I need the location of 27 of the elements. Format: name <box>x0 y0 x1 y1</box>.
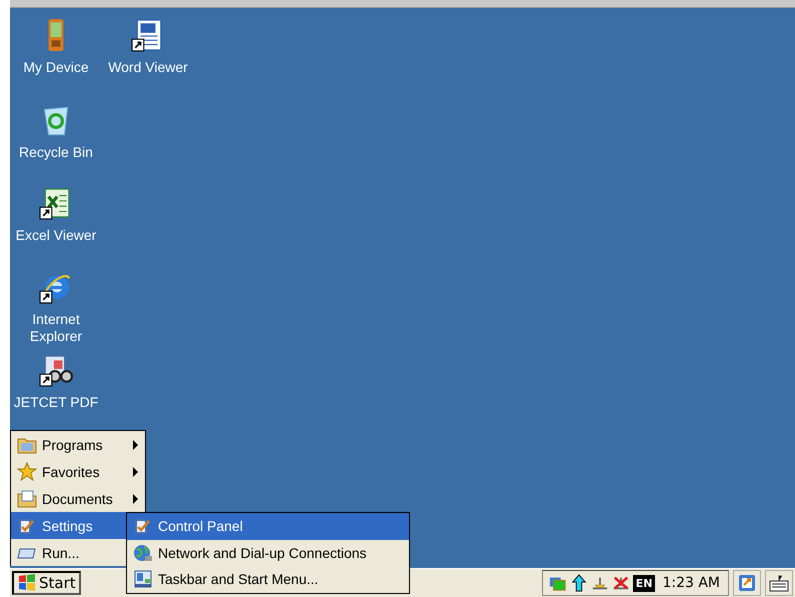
document-folder-icon <box>17 488 37 508</box>
desktop-icon-label[interactable]: Word Viewer <box>108 59 188 76</box>
desktop-icon-label[interactable]: My Device <box>23 59 89 76</box>
menu-item[interactable]: Favorites <box>11 458 145 485</box>
menu-item[interactable]: Documents <box>11 485 145 512</box>
language-indicator[interactable]: EN <box>632 574 656 592</box>
keyboard-icon <box>769 573 789 593</box>
start-button[interactable]: Start <box>12 571 81 595</box>
desktop-icon-label[interactable]: Excel Viewer <box>16 227 96 244</box>
menu-item[interactable]: Taskbar and Start Menu... <box>127 566 409 592</box>
desktop-icon-label[interactable]: Recycle Bin <box>19 144 93 161</box>
desktop-switch-button[interactable] <box>733 570 761 596</box>
clock[interactable]: 1:23 AM <box>662 575 720 591</box>
glasses-document-icon[interactable] <box>39 353 73 387</box>
menu-item[interactable]: Control Panel <box>127 513 409 540</box>
settings-icon <box>133 516 153 536</box>
network-disconnected-icon[interactable] <box>612 574 630 592</box>
desktop-icon-label[interactable]: JETCET PDF <box>14 394 98 411</box>
desktop-icon-label[interactable]: Internet Explorer <box>11 311 101 345</box>
taskbar-window-icon <box>133 569 153 590</box>
windows-flag-icon <box>17 573 37 593</box>
menu-item[interactable]: Network and Dial-up Connections <box>127 540 409 566</box>
globe-icon <box>133 542 153 563</box>
keyboard-button[interactable] <box>765 570 793 596</box>
menu-item[interactable]: Programs <box>11 431 145 458</box>
star-icon <box>17 462 37 482</box>
up-arrow-icon[interactable] <box>570 574 588 592</box>
